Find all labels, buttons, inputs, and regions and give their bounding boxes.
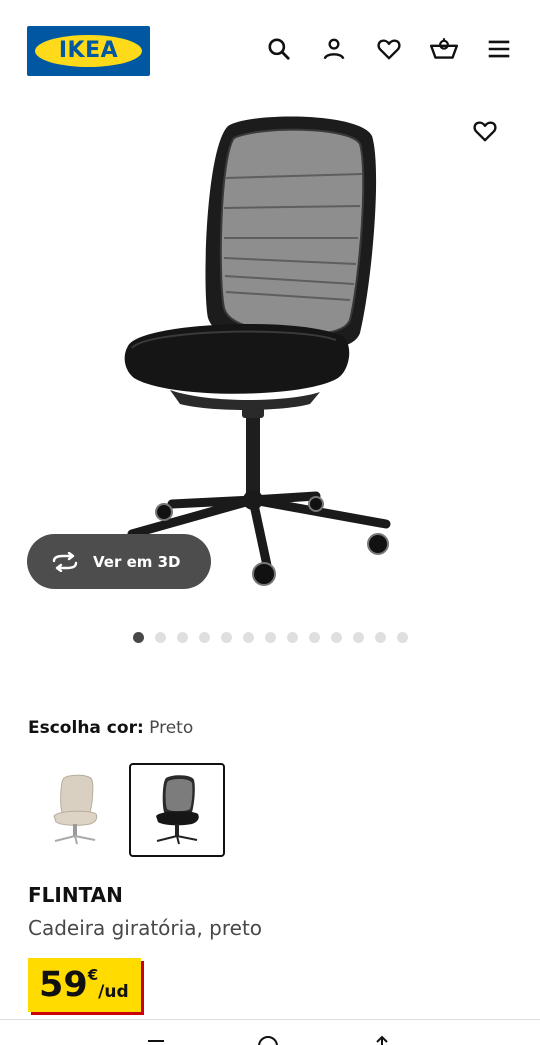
cart-icon[interactable] — [429, 34, 459, 64]
carousel-dot[interactable] — [177, 632, 188, 643]
view-3d-label: Ver em 3D — [93, 552, 181, 571]
black-chair-thumbnail — [156, 775, 199, 845]
colour-option-black[interactable] — [129, 763, 225, 857]
view-3d-button[interactable]: Ver em 3D — [27, 534, 211, 589]
account-icon[interactable] — [319, 34, 349, 64]
share-icon[interactable] — [370, 1034, 394, 1045]
carousel-dot[interactable] — [199, 632, 210, 643]
product-image — [119, 116, 391, 586]
price-unit: /ud — [98, 982, 129, 1002]
colour-label-value: Preto — [149, 718, 194, 738]
colour-option-beige[interactable] — [27, 763, 123, 857]
carousel-indicator — [0, 632, 540, 644]
carousel-dot[interactable] — [133, 632, 144, 643]
price-currency: € — [87, 966, 99, 984]
ikea-logo[interactable]: IKEA — [27, 26, 150, 76]
favourites-icon[interactable] — [374, 34, 404, 64]
carousel-dot[interactable] — [155, 632, 166, 643]
list-icon[interactable] — [144, 1034, 168, 1045]
colour-label-key: Escolha cor: — [28, 718, 144, 738]
carousel-dot[interactable] — [287, 632, 298, 643]
carousel-dot[interactable] — [375, 632, 386, 643]
product-name: FLINTAN — [28, 883, 123, 907]
carousel-dot[interactable] — [265, 632, 276, 643]
carousel-dot[interactable] — [353, 632, 364, 643]
price-tag: 59 € /ud — [28, 958, 141, 1012]
price-integer: 59 — [39, 965, 88, 1005]
bottom-sticky-bar — [0, 1019, 540, 1045]
beige-chair-thumbnail — [53, 774, 98, 845]
carousel-dot[interactable] — [397, 632, 408, 643]
favourite-button[interactable] — [468, 114, 502, 148]
carousel-dot[interactable] — [331, 632, 342, 643]
menu-icon[interactable] — [484, 34, 514, 64]
store-icon[interactable] — [256, 1034, 280, 1045]
product-image-carousel[interactable]: Ver em 3D — [0, 100, 540, 620]
rotate-3d-icon — [52, 551, 78, 572]
heart-icon — [473, 121, 497, 142]
site-header: IKEA — [0, 0, 540, 100]
search-icon[interactable] — [264, 34, 294, 64]
colour-label: Escolha cor: Preto — [28, 718, 193, 738]
logo-text: IKEA — [58, 38, 119, 63]
carousel-dot[interactable] — [309, 632, 320, 643]
carousel-dot[interactable] — [221, 632, 232, 643]
product-description: Cadeira giratória, preto — [28, 916, 263, 940]
carousel-dot[interactable] — [243, 632, 254, 643]
